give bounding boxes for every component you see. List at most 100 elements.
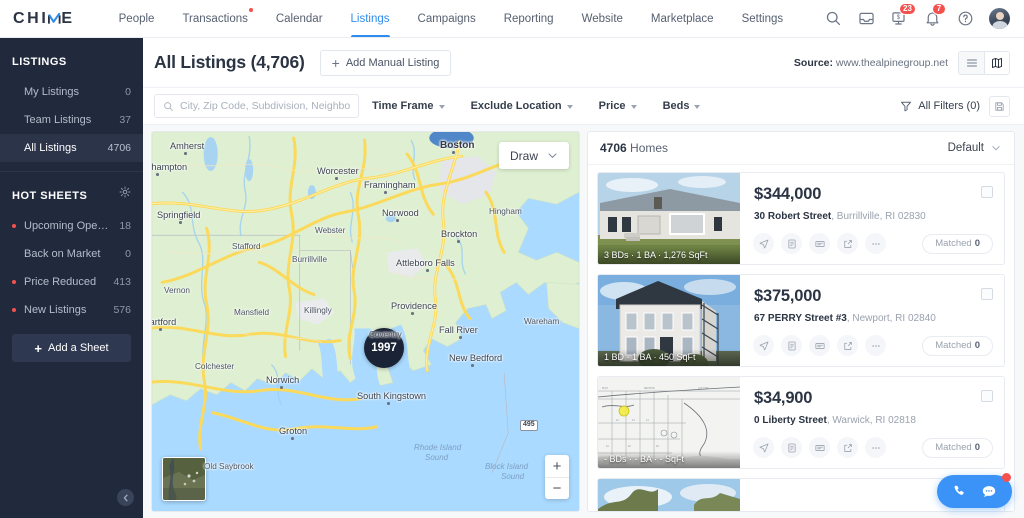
listing-street: 30 Robert Street <box>754 211 832 222</box>
save-search-icon[interactable] <box>989 95 1010 117</box>
help-icon[interactable] <box>956 9 975 28</box>
listing-photo[interactable]: 1 BD · 1 BA · 450 SqFt <box>598 275 740 366</box>
cma-icon[interactable] <box>809 233 830 254</box>
zoom-out-button[interactable]: − <box>545 477 569 499</box>
map-layers-control[interactable]: Layers <box>162 457 206 501</box>
add-sheet-label: Add a Sheet <box>48 342 109 354</box>
sidebar-item-new-listings[interactable]: New Listings 576 <box>0 296 143 324</box>
chat-fab[interactable] <box>937 473 1012 508</box>
matched-badge[interactable]: Matched 0 <box>922 233 993 254</box>
bell-icon[interactable]: 7 <box>923 3 946 28</box>
more-icon[interactable] <box>865 437 886 458</box>
chat-icon[interactable] <box>981 484 997 500</box>
chevron-down-icon <box>991 143 1001 153</box>
sidebar-item-all-listings[interactable]: All Listings 4706 <box>0 134 143 162</box>
map-panel[interactable]: 1997 Draw + − 495 Amherst hampton Spring… <box>151 131 580 512</box>
filter-bar-right: All Filters (0) <box>900 95 1010 117</box>
filter-time-frame[interactable]: Time Frame <box>359 100 458 112</box>
listing-info: $375,000 67 PERRY Street #3, Newport, RI… <box>740 275 1004 366</box>
svg-text:SECTION: SECTION <box>644 387 655 390</box>
zoom-in-button[interactable]: + <box>545 455 569 477</box>
nav-item-listings[interactable]: Listings <box>337 0 404 37</box>
listing-checkbox[interactable] <box>981 390 993 402</box>
user-avatar[interactable] <box>989 8 1010 29</box>
nav-item-reporting[interactable]: Reporting <box>490 0 568 37</box>
chime-logo[interactable]: CH I E <box>13 10 75 28</box>
list-view-icon[interactable] <box>959 51 984 74</box>
sidebar-item-my-listings[interactable]: My Listings 0 <box>0 78 143 106</box>
transactions-alert-dot <box>248 8 253 12</box>
map-place-dot <box>156 173 159 176</box>
phone-icon[interactable] <box>952 484 967 499</box>
more-icon[interactable] <box>865 233 886 254</box>
sidebar-collapse-icon[interactable] <box>117 489 134 506</box>
listing-photo[interactable]: 3 BDs · 1 BA · 1,276 SqFt <box>598 173 740 264</box>
logo-check-icon <box>48 12 61 26</box>
gear-icon[interactable] <box>119 186 131 198</box>
listing-price: $375,000 <box>754 287 822 305</box>
matched-label: Matched <box>935 340 972 351</box>
cma-icon[interactable] <box>809 335 830 356</box>
nav-item-campaigns[interactable]: Campaigns <box>404 0 490 37</box>
filter-exclude-location[interactable]: Exclude Location <box>458 100 586 112</box>
send-icon[interactable] <box>753 233 774 254</box>
all-filters-label: All Filters (0) <box>918 100 980 112</box>
map-draw-control[interactable]: Draw <box>498 142 569 169</box>
nav-item-people[interactable]: People <box>105 0 169 37</box>
listing-card[interactable]: 3 BDs · 1 BA · 1,276 SqFt $344,000 30 Ro… <box>597 172 1005 265</box>
report-icon[interactable] <box>781 233 802 254</box>
sidebar-item-count: 576 <box>113 304 131 316</box>
search-input[interactable] <box>180 100 350 112</box>
listing-photo[interactable]: PLAT SECTION LOT LINE 12 13 14 21 22 23 - BDs … <box>598 377 740 468</box>
share-icon[interactable] <box>837 335 858 356</box>
report-icon[interactable] <box>781 335 802 356</box>
map-view-icon[interactable] <box>984 51 1009 74</box>
sidebar-item-upcoming-open[interactable]: Upcoming Open ... 18 <box>0 212 143 240</box>
nav-item-settings[interactable]: Settings <box>728 0 798 37</box>
map-cluster-marker[interactable]: 1997 <box>364 328 404 368</box>
cma-icon[interactable] <box>809 437 830 458</box>
listing-card[interactable]: 1 BD · 1 BA · 450 SqFt $375,000 67 PERRY… <box>597 274 1005 367</box>
add-manual-listing-button[interactable]: + Add Manual Listing <box>319 49 452 76</box>
listing-specs: 3 BDs · 1 BA · 1,276 SqFt <box>598 247 740 264</box>
chevron-down-icon <box>694 104 701 109</box>
sort-dropdown[interactable]: Default <box>948 142 1001 154</box>
listing-actions: Matched 0 <box>753 335 993 356</box>
add-a-sheet-button[interactable]: + Add a Sheet <box>12 334 131 362</box>
nav-item-transactions[interactable]: Transactions <box>168 0 261 37</box>
nav-label: Website <box>581 12 623 25</box>
matched-badge[interactable]: Matched 0 <box>922 437 993 458</box>
filter-beds[interactable]: Beds <box>650 100 714 112</box>
all-filters-button[interactable]: All Filters (0) <box>900 100 980 112</box>
send-icon[interactable] <box>753 335 774 356</box>
logo-letter-e: E <box>61 9 75 27</box>
nav-item-marketplace[interactable]: Marketplace <box>637 0 728 37</box>
more-icon[interactable] <box>865 335 886 356</box>
nav-item-website[interactable]: Website <box>568 0 637 37</box>
send-icon[interactable] <box>753 437 774 458</box>
share-icon[interactable] <box>837 437 858 458</box>
billing-icon[interactable]: $ 23 <box>890 3 916 28</box>
inbox-icon[interactable] <box>857 9 876 28</box>
share-icon[interactable] <box>837 233 858 254</box>
nav-label: People <box>118 12 155 25</box>
sidebar-item-label: Upcoming Open ... <box>24 220 114 232</box>
listing-card[interactable]: PLAT SECTION LOT LINE 12 13 14 21 22 23 - BDs … <box>597 376 1005 469</box>
nav-item-calendar[interactable]: Calendar <box>262 0 337 37</box>
sidebar-item-back-on-market[interactable]: Back on Market 0 <box>0 240 143 268</box>
logo-letters-ch: CH <box>13 9 42 27</box>
filter-price[interactable]: Price <box>586 100 650 112</box>
listing-photo[interactable] <box>598 479 740 511</box>
listing-checkbox[interactable] <box>981 288 993 300</box>
map-place-dot <box>471 364 474 367</box>
sidebar-item-team-listings[interactable]: Team Listings 37 <box>0 106 143 134</box>
listing-checkbox[interactable] <box>981 186 993 198</box>
sidebar-item-price-reduced[interactable]: Price Reduced 413 <box>0 268 143 296</box>
search-listings-box[interactable] <box>154 94 359 118</box>
matched-badge[interactable]: Matched 0 <box>922 335 993 356</box>
matched-label: Matched <box>935 238 972 249</box>
search-icon[interactable] <box>824 9 843 28</box>
report-icon[interactable] <box>781 437 802 458</box>
plus-icon: + <box>331 54 340 71</box>
source-label: Source: <box>793 56 833 69</box>
